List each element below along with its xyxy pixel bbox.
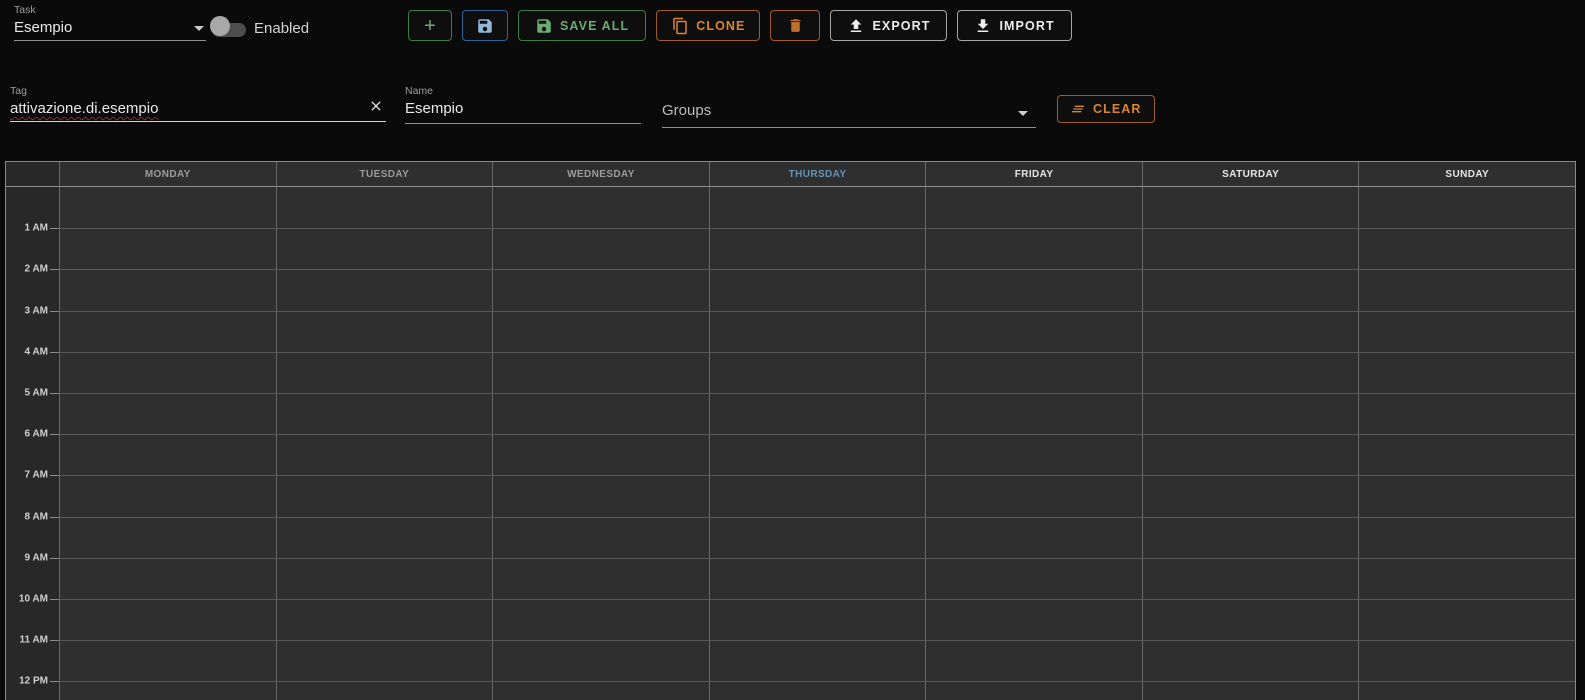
save-icon [476,17,494,35]
hour-label: 7 AM [24,469,48,481]
hour-gridline [59,310,1575,312]
day-header-row: MONDAY TUESDAY WEDNESDAY THURSDAY FRIDAY SATU… [6,162,1575,187]
day-column-tuesday[interactable] [275,187,493,700]
hour-tick [50,599,59,600]
day-header-tuesday: TUESDAY [275,162,493,186]
hour-tick [50,269,59,271]
hour-label: 6 AM [24,428,48,440]
clear-button[interactable]: CLEAR [1057,95,1155,123]
day-header-saturday: SATURDAY [1141,162,1359,186]
clone-button[interactable]: CLONE [656,10,761,41]
hour-tick [50,557,59,559]
hour-tick [50,351,59,353]
tag-input-label: Tag [10,85,27,97]
delete-button[interactable] [770,10,821,41]
save-all-icon [535,17,553,35]
enabled-toggle-label: Enabled [254,20,310,37]
tag-input-value: attivazione.di.esempio [10,100,159,117]
export-button[interactable]: EXPORT [830,10,948,41]
hour-gridline [59,434,1575,436]
hour-gridline [59,475,1575,477]
toolbar: + SAVE ALL CLONE EXPORT IMPORT [408,10,1072,41]
hour-tick [50,681,59,683]
hour-gridline [59,557,1575,559]
hour-gridline [59,599,1575,600]
gutter-corner [6,162,59,186]
tag-input[interactable]: Tag attivazione.di.esempio [10,85,386,122]
day-column-saturday[interactable] [1141,187,1359,700]
clone-label: CLONE [696,18,746,33]
hour-tick [50,475,59,477]
close-icon[interactable] [368,98,384,119]
hour-label: 5 AM [24,387,48,399]
plus-icon: + [424,14,436,37]
day-header-sunday: SUNDAY [1358,162,1575,186]
groups-select[interactable]: Groups [662,85,1036,128]
day-column-friday[interactable] [925,187,1142,700]
hour-label: 10 AM [18,593,48,605]
hour-gridline [59,351,1575,353]
hour-gridline [59,516,1575,518]
day-column-sunday[interactable] [1358,187,1575,700]
hour-label: 8 AM [24,511,48,523]
name-input[interactable]: Name Esempio [405,85,641,124]
save-button[interactable] [462,10,508,41]
hour-label: 9 AM [24,552,48,564]
chevron-down-icon [194,26,204,31]
hour-label: 12 PM [19,675,48,687]
hour-label: 11 AM [19,634,48,646]
hour-tick [50,310,59,312]
hour-label: 1 AM [24,222,48,234]
hour-gridline [59,269,1575,271]
download-icon [974,17,992,35]
add-task-button[interactable]: + [408,10,452,41]
hour-label: 2 AM [24,263,48,275]
day-header-wednesday: WEDNESDAY [492,162,709,186]
copy-icon [671,17,689,35]
day-column-wednesday[interactable] [492,187,709,700]
chevron-down-icon [1018,111,1028,116]
export-label: EXPORT [872,18,931,33]
day-column-monday[interactable] [59,187,276,700]
trash-icon [787,17,804,34]
hour-tick [50,516,59,518]
task-select-value: Esempio [14,19,73,36]
day-column-thursday[interactable] [708,187,926,700]
enabled-toggle[interactable]: Enabled [210,16,332,41]
hour-gridline [59,393,1575,394]
name-input-value: Esempio [405,100,464,117]
upload-icon [847,17,865,35]
clear-label: CLEAR [1093,102,1142,116]
scheduler-body: 1 AM 2 AM 3 AM 4 AM 5 AM 6 AM 7 AM 8 AM 9 AM 10 A… [6,187,1575,700]
import-button[interactable]: IMPORT [957,10,1072,41]
hour-tick [50,640,59,642]
clear-all-icon [1070,101,1086,117]
day-header-friday: FRIDAY [925,162,1142,186]
hour-gridline [59,681,1575,683]
import-label: IMPORT [999,18,1055,33]
week-scheduler: MONDAY TUESDAY WEDNESDAY THURSDAY FRIDAY SATU… [5,161,1576,700]
hour-tick [50,393,59,394]
hour-gridline [59,640,1575,642]
hour-label: 4 AM [24,346,48,358]
hour-label: 3 AM [24,305,48,317]
day-header-thursday: THURSDAY [708,162,926,186]
task-select[interactable]: Task Esempio [14,4,206,41]
name-input-label: Name [405,85,434,97]
hour-tick [50,228,59,230]
toggle-thumb-icon[interactable] [210,16,230,36]
hour-tick [50,434,59,436]
hour-gridline [59,228,1575,230]
day-header-monday: MONDAY [59,162,276,186]
save-all-button[interactable]: SAVE ALL [518,10,647,41]
task-select-label: Task [14,4,36,16]
groups-select-placeholder: Groups [662,102,712,119]
save-all-label: SAVE ALL [560,18,630,33]
